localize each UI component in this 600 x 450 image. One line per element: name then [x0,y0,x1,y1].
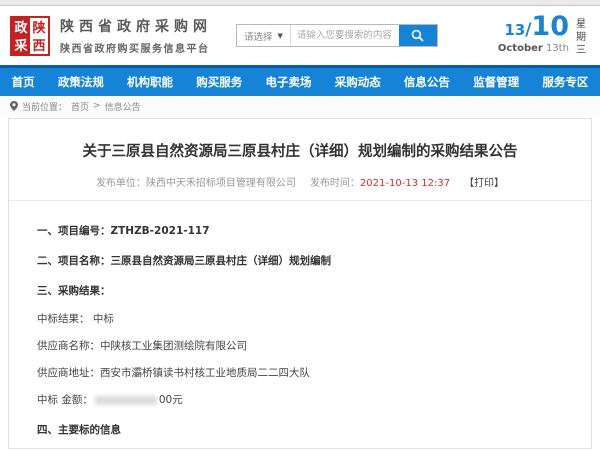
search-button[interactable] [399,25,437,46]
search-bar: 请选择 ▼ [236,24,438,47]
publisher-label: 发布单位： [96,178,146,189]
search-icon [411,29,424,42]
nav-item-policies[interactable]: 政策法规 [58,74,104,90]
breadcrumb-label: 当前位置： [22,100,67,113]
search-category-select[interactable]: 请选择 ▼ [237,25,291,46]
amount-suffix: 00元 [159,394,183,406]
breadcrumb-current[interactable]: 信息公告 [105,100,141,113]
site-header: 政 陕 采 西 陕西省政府采购网 陕西省政府购买服务信息平台 请选择 ▼ 13/… [0,6,600,65]
site-subtitle: 陕西省政府购买服务信息平台 [60,40,212,55]
nav-item-supervision[interactable]: 监督管理 [473,74,519,90]
search-select-label: 请选择 [244,29,273,43]
article-panel: 关于三原县自然资源局三原县村庄（详细）规划编制的采购结果公告 发布单位：陕西中天… [8,118,592,449]
site-logo[interactable]: 政 陕 采 西 [10,16,50,56]
address-line: 供应商地址：西安市灞桥镇读书村核工业地质局二二四大队 [37,365,563,380]
breadcrumb-home[interactable]: 首页 [71,100,89,113]
section-subject-heading: 四、主要标的信息 [37,422,563,437]
publisher-value: 陕西中天禾招标项目管理有限公司 [146,178,296,189]
amount-label: 中标 金额： [37,394,93,406]
logo-char: 采 [12,36,30,54]
date-widget: 13/10 October 13th 星期三 [498,14,590,57]
result-line: 中标结果： 中标 [37,311,563,326]
site-titles: 陕西省政府采购网 陕西省政府购买服务信息平台 [60,16,212,55]
section-project-name: 二、项目名称：三原县自然资源局三原县村庄（详细）规划编制 [37,253,563,268]
amount-redacted [95,396,157,405]
nav-item-news[interactable]: 采购动态 [335,74,381,90]
search-input[interactable] [291,25,399,46]
nav-item-emarket[interactable]: 电子卖场 [265,74,311,90]
amount-line: 中标 金额： 00元 [37,392,563,407]
section-result-heading: 三、采购结果： [37,283,563,298]
nav-item-services[interactable]: 服务专区 [542,74,588,90]
nav-item-home[interactable]: 首页 [12,74,35,90]
nav-item-functions[interactable]: 机构职能 [127,74,173,90]
date-numeric: 13/10 October 13th [498,14,569,54]
pubtime-label: 发布时间： [310,178,360,189]
supplier-line: 供应商名称：中陕核工业集团测绘院有限公司 [37,338,563,353]
breadcrumb: 当前位置： 首页 > 信息公告 [0,96,600,116]
logo-char: 陕 [30,18,48,36]
section-project-number: 一、项目编号：ZTHZB-2021-117 [37,223,563,238]
site-title: 陕西省政府采购网 [60,16,212,36]
print-button[interactable]: 【打印】 [464,178,504,189]
nav-item-purchase[interactable]: 购买服务 [196,74,242,90]
date-weekday: 星期三 [576,18,588,57]
date-month: 10 [531,11,569,42]
date-en-month: October [498,43,543,54]
logo-char: 西 [30,36,48,54]
main-nav: 首页 政策法规 机构职能 购买服务 电子卖场 采购动态 信息公告 监督管理 服务… [0,65,600,96]
nav-item-announcements[interactable]: 信息公告 [404,74,450,90]
article-body: 一、项目编号：ZTHZB-2021-117 二、项目名称：三原县自然资源局三原县… [9,201,591,450]
date-en-day: 13th [546,43,569,54]
pubtime-value: 2021-10-13 12:37 [360,178,450,189]
logo-char: 政 [12,18,30,36]
article-title: 关于三原县自然资源局三原县村庄（详细）规划编制的采购结果公告 [9,140,591,161]
location-pin-icon [10,101,18,111]
article-meta: 发布单位：陕西中天禾招标项目管理有限公司 发布时间：2021-10-13 12:3… [9,174,591,189]
breadcrumb-separator: > [93,101,101,111]
chevron-down-icon: ▼ [278,32,283,40]
date-day: 13 [504,21,525,39]
